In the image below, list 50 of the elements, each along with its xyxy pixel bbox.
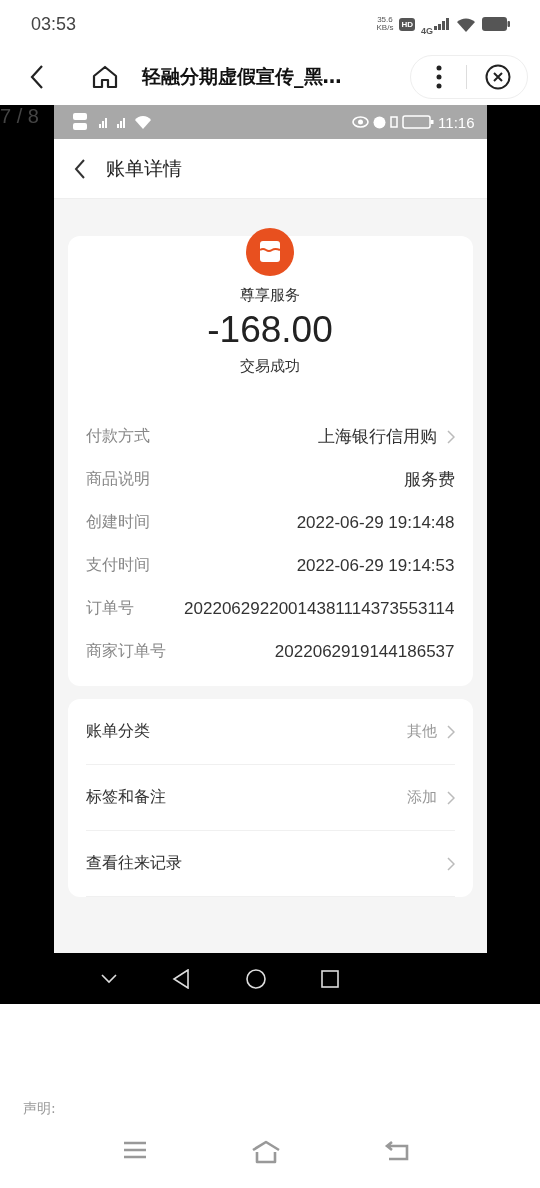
network-type: 4G <box>421 26 433 36</box>
detail-value: 2022-06-29 19:14:48 <box>296 512 455 534</box>
status-time: 03:53 <box>31 13 77 35</box>
network-speed: 35.6 KB/s <box>376 16 394 32</box>
detail-value: 服务费 <box>403 469 455 491</box>
vibrate-icon <box>390 116 399 128</box>
recents-icon[interactable] <box>320 969 339 988</box>
detail-value: 2022-06-29 19:14:53 <box>296 555 455 577</box>
statement-label: 声明: <box>23 1100 57 1118</box>
transaction-status: 交易成功 <box>240 357 300 376</box>
detail-label: 商品说明 <box>85 469 151 490</box>
header-title: 账单详情 <box>105 155 182 181</box>
detail-label: 商家订单号 <box>85 641 167 662</box>
signal-icon <box>434 18 450 30</box>
return-icon[interactable] <box>384 1140 410 1162</box>
merchant-name: 尊享服务 <box>240 286 300 305</box>
option-row[interactable]: 查看往来记录 <box>85 831 455 897</box>
battery-icon <box>482 17 510 31</box>
detail-label: 付款方式 <box>85 426 151 447</box>
detail-label: 支付时间 <box>85 555 151 576</box>
image-counter: 7 / 8 <box>0 105 39 128</box>
option-row[interactable]: 账单分类 其他 <box>85 699 455 765</box>
detail-value: 2022062919144186537 <box>274 641 455 663</box>
detail-value: 20220629220014381114373553114 <box>184 598 455 620</box>
status-time: 11:16 <box>438 113 475 131</box>
amount: -168.00 <box>207 309 333 351</box>
detail-value[interactable]: 上海银行信用购 <box>317 424 437 449</box>
wifi-icon <box>456 16 476 32</box>
page-title: 轻融分期虚假宣传_黑… <box>142 63 343 90</box>
home-icon[interactable] <box>92 64 118 89</box>
back-icon[interactable] <box>30 63 44 90</box>
option-label: 查看往来记录 <box>85 853 183 874</box>
chevron-icon <box>446 724 455 739</box>
battery-icon <box>402 115 435 129</box>
close-icon[interactable] <box>485 63 511 90</box>
detail-label: 创建时间 <box>85 512 151 533</box>
option-label: 标签和备注 <box>85 787 167 808</box>
option-value: 其他 <box>406 722 437 741</box>
detail-label: 订单号 <box>85 598 135 619</box>
option-value: 添加 <box>406 788 437 807</box>
collapse-icon[interactable] <box>101 973 118 984</box>
more-icon[interactable] <box>436 64 442 89</box>
back-icon[interactable] <box>73 157 86 180</box>
chevron-icon <box>446 790 455 805</box>
hd-badge: HD <box>399 17 415 31</box>
option-row[interactable]: 标签和备注 添加 <box>85 765 455 831</box>
menu-icon[interactable] <box>123 1140 147 1160</box>
chevron-icon <box>446 856 455 871</box>
option-label: 账单分类 <box>85 721 151 742</box>
eye-icon <box>352 116 370 128</box>
